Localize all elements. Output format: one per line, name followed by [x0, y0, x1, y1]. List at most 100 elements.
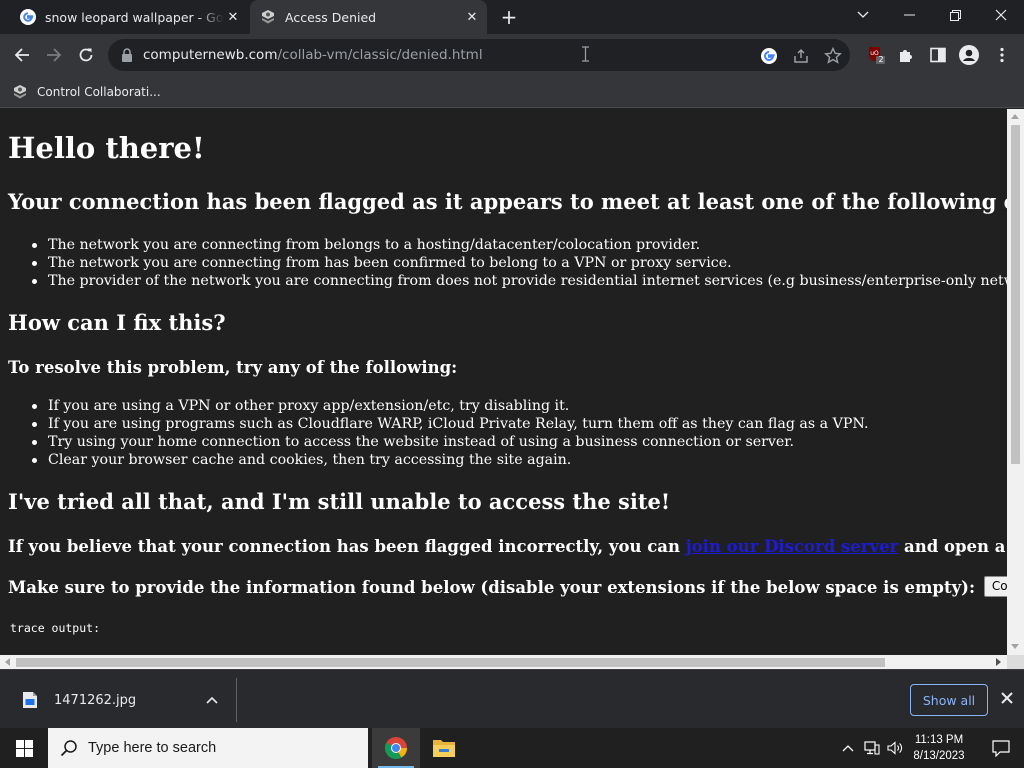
new-tab-button[interactable]: +: [498, 6, 520, 28]
scroll-down-icon[interactable]: [1011, 644, 1019, 649]
speaker-icon: [887, 741, 902, 755]
vertical-scroll-thumb[interactable]: [1011, 125, 1020, 464]
taskbar-chrome-app[interactable]: [372, 728, 420, 768]
google-lens-icon[interactable]: [760, 47, 778, 65]
minimize-icon: [903, 14, 915, 16]
windows-logo-icon: [15, 739, 33, 757]
list-item: If you are using a VPN or other proxy ap…: [30, 397, 868, 415]
tab-access-denied[interactable]: Access Denied ✕: [250, 0, 487, 34]
horizontal-scroll-thumb[interactable]: [16, 658, 885, 667]
restore-button[interactable]: [932, 0, 978, 30]
minimize-button[interactable]: [886, 0, 932, 30]
fix-heading: How can I fix this?: [8, 310, 226, 335]
search-icon: [60, 740, 77, 757]
collabvm-icon: [260, 9, 276, 25]
forward-button[interactable]: [41, 42, 67, 68]
scroll-left-icon[interactable]: [5, 658, 10, 666]
chevron-up-icon: [842, 745, 854, 752]
system-tray: [836, 728, 908, 768]
chrome-menu-button[interactable]: [992, 45, 1012, 65]
search-placeholder: Type here to search: [88, 740, 217, 756]
notification-icon: [992, 739, 1010, 757]
close-shelf-button[interactable]: [996, 688, 1018, 710]
url-domain: computernewb.com: [143, 47, 278, 63]
still-unable-heading: I've tried all that, and I'm still unabl…: [8, 489, 671, 514]
collabvm-icon: [14, 85, 26, 99]
tab-google-search[interactable]: snow leopard wallpaper - Google ✕: [8, 0, 248, 34]
incorrect-text-after: and open a ticket.: [904, 537, 1007, 556]
taskbar-search-box[interactable]: Type here to search: [48, 728, 368, 768]
text-cursor-icon: [582, 46, 589, 62]
fixes-list: If you are using a VPN or other proxy ap…: [30, 397, 868, 469]
list-item: The provider of the network you are conn…: [30, 272, 1007, 290]
network-button[interactable]: [860, 728, 884, 768]
clock-time: 11:13 PM: [914, 734, 964, 746]
image-file-icon: [23, 692, 37, 708]
taskbar-clock[interactable]: 11:13 PM 8/13/2023: [905, 732, 973, 764]
scroll-up-icon[interactable]: [1011, 114, 1019, 119]
chrome-icon: [385, 737, 407, 759]
back-button[interactable]: [9, 42, 35, 68]
share-icon[interactable]: [792, 47, 810, 65]
list-item: The network you are connecting from belo…: [30, 236, 1007, 254]
bookmark-label: Control Collaborati...: [37, 85, 161, 99]
bookmark-control-collaborative[interactable]: Control Collaborati...: [12, 81, 161, 103]
bookmarks-bar: Control Collaborati...: [0, 76, 1024, 108]
criteria-list: The network you are connecting from belo…: [30, 236, 1007, 290]
close-icon: [1001, 692, 1013, 704]
more-vert-icon: [1000, 47, 1004, 63]
close-window-button[interactable]: [978, 0, 1024, 30]
provide-info-paragraph: Make sure to provide the information fou…: [8, 576, 1007, 599]
page-viewport: Hello there! Your connection has been fl…: [0, 109, 1007, 655]
tab-title: Access Denied: [285, 9, 377, 25]
reload-icon: [79, 48, 93, 62]
notification-center-button[interactable]: [978, 728, 1024, 768]
restore-icon: [949, 9, 961, 21]
forward-arrow-icon: [47, 48, 62, 62]
lock-icon: [122, 48, 132, 62]
clock-date: 8/13/2023: [913, 750, 965, 762]
show-hidden-icons-button[interactable]: [836, 728, 860, 768]
trace-output-label: trace output:: [10, 621, 101, 635]
extension-badge: 2: [878, 55, 884, 64]
discord-link[interactable]: join our Discord server: [686, 537, 899, 556]
divider: [236, 678, 237, 722]
start-button[interactable]: [0, 728, 48, 768]
incorrect-text-before: If you believe that your connection has …: [8, 537, 686, 556]
google-icon: [20, 9, 36, 25]
side-panel-icon: [930, 47, 946, 63]
url-path: /collab-vm/classic/denied.html: [277, 47, 483, 63]
criteria-heading: Your connection has been flagged as it a…: [8, 189, 1007, 214]
taskbar-file-explorer-app[interactable]: [420, 728, 468, 768]
vertical-scrollbar[interactable]: [1007, 109, 1024, 655]
close-tab-icon[interactable]: ✕: [224, 10, 242, 25]
bookmark-star-icon[interactable]: [824, 47, 842, 65]
list-item: Clear your browser cache and cookies, th…: [30, 451, 868, 469]
copy-to-clipboard-button[interactable]: Copy to clipboard: [983, 576, 1007, 597]
show-all-button[interactable]: Show all: [910, 684, 988, 716]
profile-button[interactable]: [959, 45, 979, 65]
download-item[interactable]: 1471262.jpg: [16, 683, 234, 717]
download-shelf: 1471262.jpg Show all: [0, 669, 1024, 728]
extensions-button[interactable]: [896, 45, 916, 65]
ublock-extension-button[interactable]: uO 2: [866, 45, 886, 65]
address-bar[interactable]: computernewb.com/collab-vm/classic/denie…: [108, 39, 850, 71]
resolve-heading: To resolve this problem, try any of the …: [8, 358, 458, 377]
side-panel-button[interactable]: [928, 45, 948, 65]
page-title: Hello there!: [8, 131, 205, 165]
windows-taskbar: Type here to search 11:13 PM 8/13/2023: [0, 728, 1024, 768]
back-arrow-icon: [14, 48, 29, 62]
chevron-up-icon[interactable]: [204, 695, 220, 707]
scrollbar-corner: [1007, 655, 1024, 669]
network-icon: [864, 741, 880, 755]
reload-button[interactable]: [73, 42, 99, 68]
list-item: The network you are connecting from has …: [30, 254, 1007, 272]
provide-text: Make sure to provide the information fou…: [8, 578, 976, 597]
close-tab-icon[interactable]: ✕: [463, 10, 481, 25]
horizontal-scrollbar[interactable]: [0, 655, 1007, 669]
list-item: Try using your home connection to access…: [30, 433, 868, 451]
scroll-right-icon[interactable]: [996, 658, 1001, 666]
tab-search-button[interactable]: [840, 0, 886, 30]
chevron-down-icon: [857, 11, 869, 18]
incorrect-flag-paragraph: If you believe that your connection has …: [8, 537, 1007, 556]
